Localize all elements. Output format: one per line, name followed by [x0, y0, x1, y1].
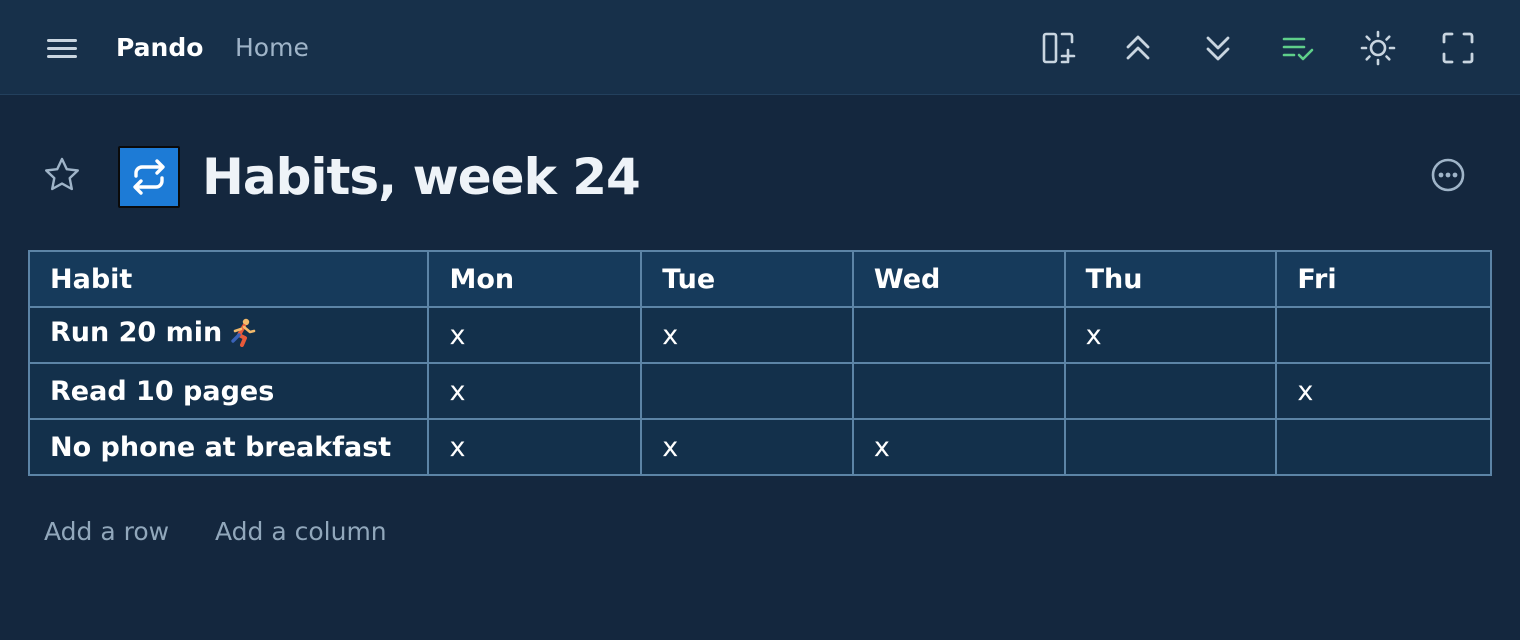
habit-check-cell[interactable] — [1275, 306, 1492, 364]
habit-check-cell[interactable]: x — [1063, 306, 1278, 364]
repeat-icon[interactable] — [118, 146, 180, 208]
habit-check-cell[interactable]: x — [851, 418, 1066, 476]
favorite-star-icon[interactable] — [42, 155, 82, 195]
header-cell[interactable]: Fri — [1275, 250, 1492, 308]
table-header-row: Habit Mon Tue Wed Thu Fri — [27, 250, 1492, 308]
sun-icon[interactable] — [1358, 28, 1398, 68]
habit-cell[interactable]: Read 10 pages — [27, 362, 430, 420]
table-row: Run 20 min x x x — [27, 306, 1492, 364]
header-cell[interactable]: Wed — [851, 250, 1066, 308]
fullscreen-icon[interactable] — [1438, 28, 1478, 68]
header-cell[interactable]: Thu — [1063, 250, 1278, 308]
habit-check-cell[interactable] — [851, 306, 1066, 364]
header-cell[interactable]: Habit — [27, 250, 430, 308]
runner-icon — [228, 317, 258, 354]
habit-check-cell[interactable] — [851, 362, 1066, 420]
header-cell[interactable]: Mon — [427, 250, 643, 308]
habit-check-cell[interactable] — [1063, 362, 1278, 420]
more-options-icon[interactable] — [1428, 155, 1468, 195]
top-bar: Pando Home — [0, 0, 1520, 95]
breadcrumb-home[interactable]: Home — [235, 30, 309, 66]
habit-cell[interactable]: No phone at breakfast — [27, 418, 430, 476]
habit-check-cell[interactable]: x — [427, 362, 643, 420]
habit-check-cell[interactable] — [640, 362, 854, 420]
collapse-up-icon[interactable] — [1118, 28, 1158, 68]
table-row: No phone at breakfast x x x — [27, 418, 1492, 476]
menu-icon[interactable] — [44, 32, 80, 64]
habit-check-cell[interactable]: x — [640, 306, 854, 364]
habit-check-cell[interactable]: x — [427, 418, 643, 476]
habit-check-cell[interactable] — [1063, 418, 1278, 476]
habit-check-cell[interactable]: x — [640, 418, 854, 476]
add-page-icon[interactable] — [1038, 28, 1078, 68]
header-cell[interactable]: Tue — [640, 250, 854, 308]
add-row-button[interactable]: Add a row — [44, 514, 169, 550]
expand-down-icon[interactable] — [1198, 28, 1238, 68]
table-row: Read 10 pages x x — [27, 362, 1492, 420]
habit-cell[interactable]: Run 20 min — [27, 306, 430, 364]
habit-check-cell[interactable]: x — [1275, 362, 1492, 420]
checklist-icon[interactable] — [1278, 28, 1318, 68]
habit-check-cell[interactable] — [1275, 418, 1492, 476]
habit-label: Run 20 min — [50, 316, 223, 348]
page-title[interactable]: Habits, week 24 — [202, 143, 641, 211]
add-column-button[interactable]: Add a column — [215, 514, 387, 550]
habits-table: Habit Mon Tue Wed Thu Fri Run 20 min x x… — [27, 250, 1492, 476]
habit-check-cell[interactable]: x — [427, 306, 643, 364]
app-name[interactable]: Pando — [116, 30, 203, 66]
